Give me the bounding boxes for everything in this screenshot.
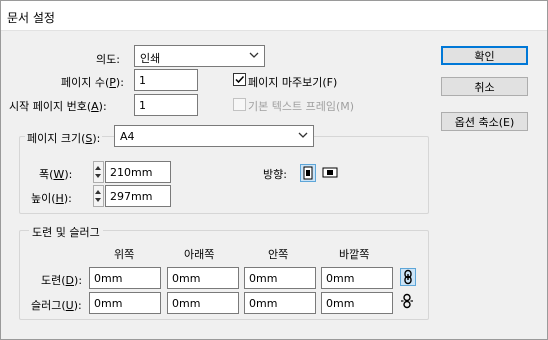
column-outside-label: 바깥쪽 — [339, 248, 370, 261]
column-inside-label: 안쪽 — [268, 248, 289, 261]
bleed-label: 도련(D): — [41, 274, 83, 287]
bleed-top-input[interactable] — [90, 268, 160, 288]
bleed-bottom-input[interactable] — [168, 268, 238, 288]
cancel-button[interactable]: 취소 — [441, 77, 528, 96]
slug-bottom-field[interactable] — [167, 292, 239, 314]
intent-dropdown[interactable]: 인쇄 — [134, 45, 265, 67]
master-text-frame-label: 기본 텍스트 프레임(M) — [248, 100, 355, 113]
facing-pages-label: 페이지 마주보기(F) — [248, 76, 338, 89]
slug-top-field[interactable] — [89, 292, 161, 314]
height-stepper[interactable] — [93, 185, 104, 207]
broken-chain-link-icon — [401, 293, 413, 309]
bleed-slug-title: 도련 및 슬러그 — [29, 224, 103, 240]
fewer-options-button[interactable]: 옵션 축소(E) — [441, 112, 528, 131]
bleed-inside-input[interactable] — [245, 268, 315, 288]
document-setup-dialog: 문서 설정 의도: 인쇄 페이지 수(P): 페이지 마주보기(F) 시작 페이… — [0, 0, 548, 340]
pages-input[interactable] — [135, 70, 197, 90]
page-size-label: 페이지 크기(S): — [25, 130, 103, 146]
width-field[interactable] — [105, 161, 171, 183]
portrait-orientation-button[interactable] — [300, 164, 316, 182]
height-field[interactable] — [105, 185, 171, 207]
bleed-bottom-field[interactable] — [167, 267, 239, 289]
width-stepper[interactable] — [93, 161, 104, 183]
slug-bottom-input[interactable] — [168, 293, 238, 313]
master-text-frame-checkbox[interactable] — [233, 98, 246, 111]
page-size-group — [19, 136, 429, 214]
arrow-up-icon — [95, 166, 101, 170]
bleed-outside-field[interactable] — [321, 267, 393, 289]
pages-field[interactable] — [134, 69, 198, 91]
start-page-label: 시작 페이지 번호(A): — [9, 100, 107, 113]
width-label: 폭(W): — [39, 168, 73, 181]
page-size-dropdown[interactable]: A4 — [114, 125, 314, 147]
page-size-value: A4 — [120, 130, 135, 143]
height-label: 높이(H): — [31, 192, 72, 205]
landscape-page-icon — [322, 167, 338, 178]
checkmark-icon — [235, 75, 245, 84]
slug-inside-input[interactable] — [245, 293, 315, 313]
slug-inside-field[interactable] — [244, 292, 316, 314]
bleed-top-field[interactable] — [89, 267, 161, 289]
chevron-down-icon — [249, 52, 259, 58]
bleed-outside-input[interactable] — [322, 268, 392, 288]
intent-value: 인쇄 — [140, 52, 161, 65]
title-bar: 문서 설정 — [1, 1, 547, 31]
chain-link-icon — [404, 269, 412, 285]
dialog-title: 문서 설정 — [7, 11, 55, 25]
column-bottom-label: 아래쪽 — [184, 248, 215, 261]
chevron-down-icon — [298, 132, 308, 138]
intent-label: 의도: — [96, 53, 120, 66]
slug-outside-field[interactable] — [321, 292, 393, 314]
bleed-inside-field[interactable] — [244, 267, 316, 289]
start-page-input[interactable] — [135, 95, 197, 115]
facing-pages-checkbox[interactable] — [233, 73, 246, 86]
start-page-field[interactable] — [134, 94, 198, 116]
slug-label: 슬러그(U): — [31, 299, 82, 312]
slug-link-button[interactable] — [400, 293, 416, 311]
bleed-link-button[interactable] — [400, 268, 416, 286]
landscape-orientation-button[interactable] — [322, 164, 338, 182]
height-input[interactable] — [106, 186, 170, 206]
pages-label: 페이지 수(P): — [61, 76, 124, 89]
arrow-down-icon — [95, 174, 101, 178]
arrow-up-icon — [95, 190, 101, 194]
slug-top-input[interactable] — [90, 293, 160, 313]
slug-outside-input[interactable] — [322, 293, 392, 313]
column-top-label: 위쪽 — [114, 248, 135, 261]
portrait-page-icon — [303, 166, 313, 180]
orientation-label: 방향: — [263, 168, 287, 181]
ok-button[interactable]: 확인 — [441, 46, 528, 65]
arrow-down-icon — [95, 198, 101, 202]
width-input[interactable] — [106, 162, 170, 182]
